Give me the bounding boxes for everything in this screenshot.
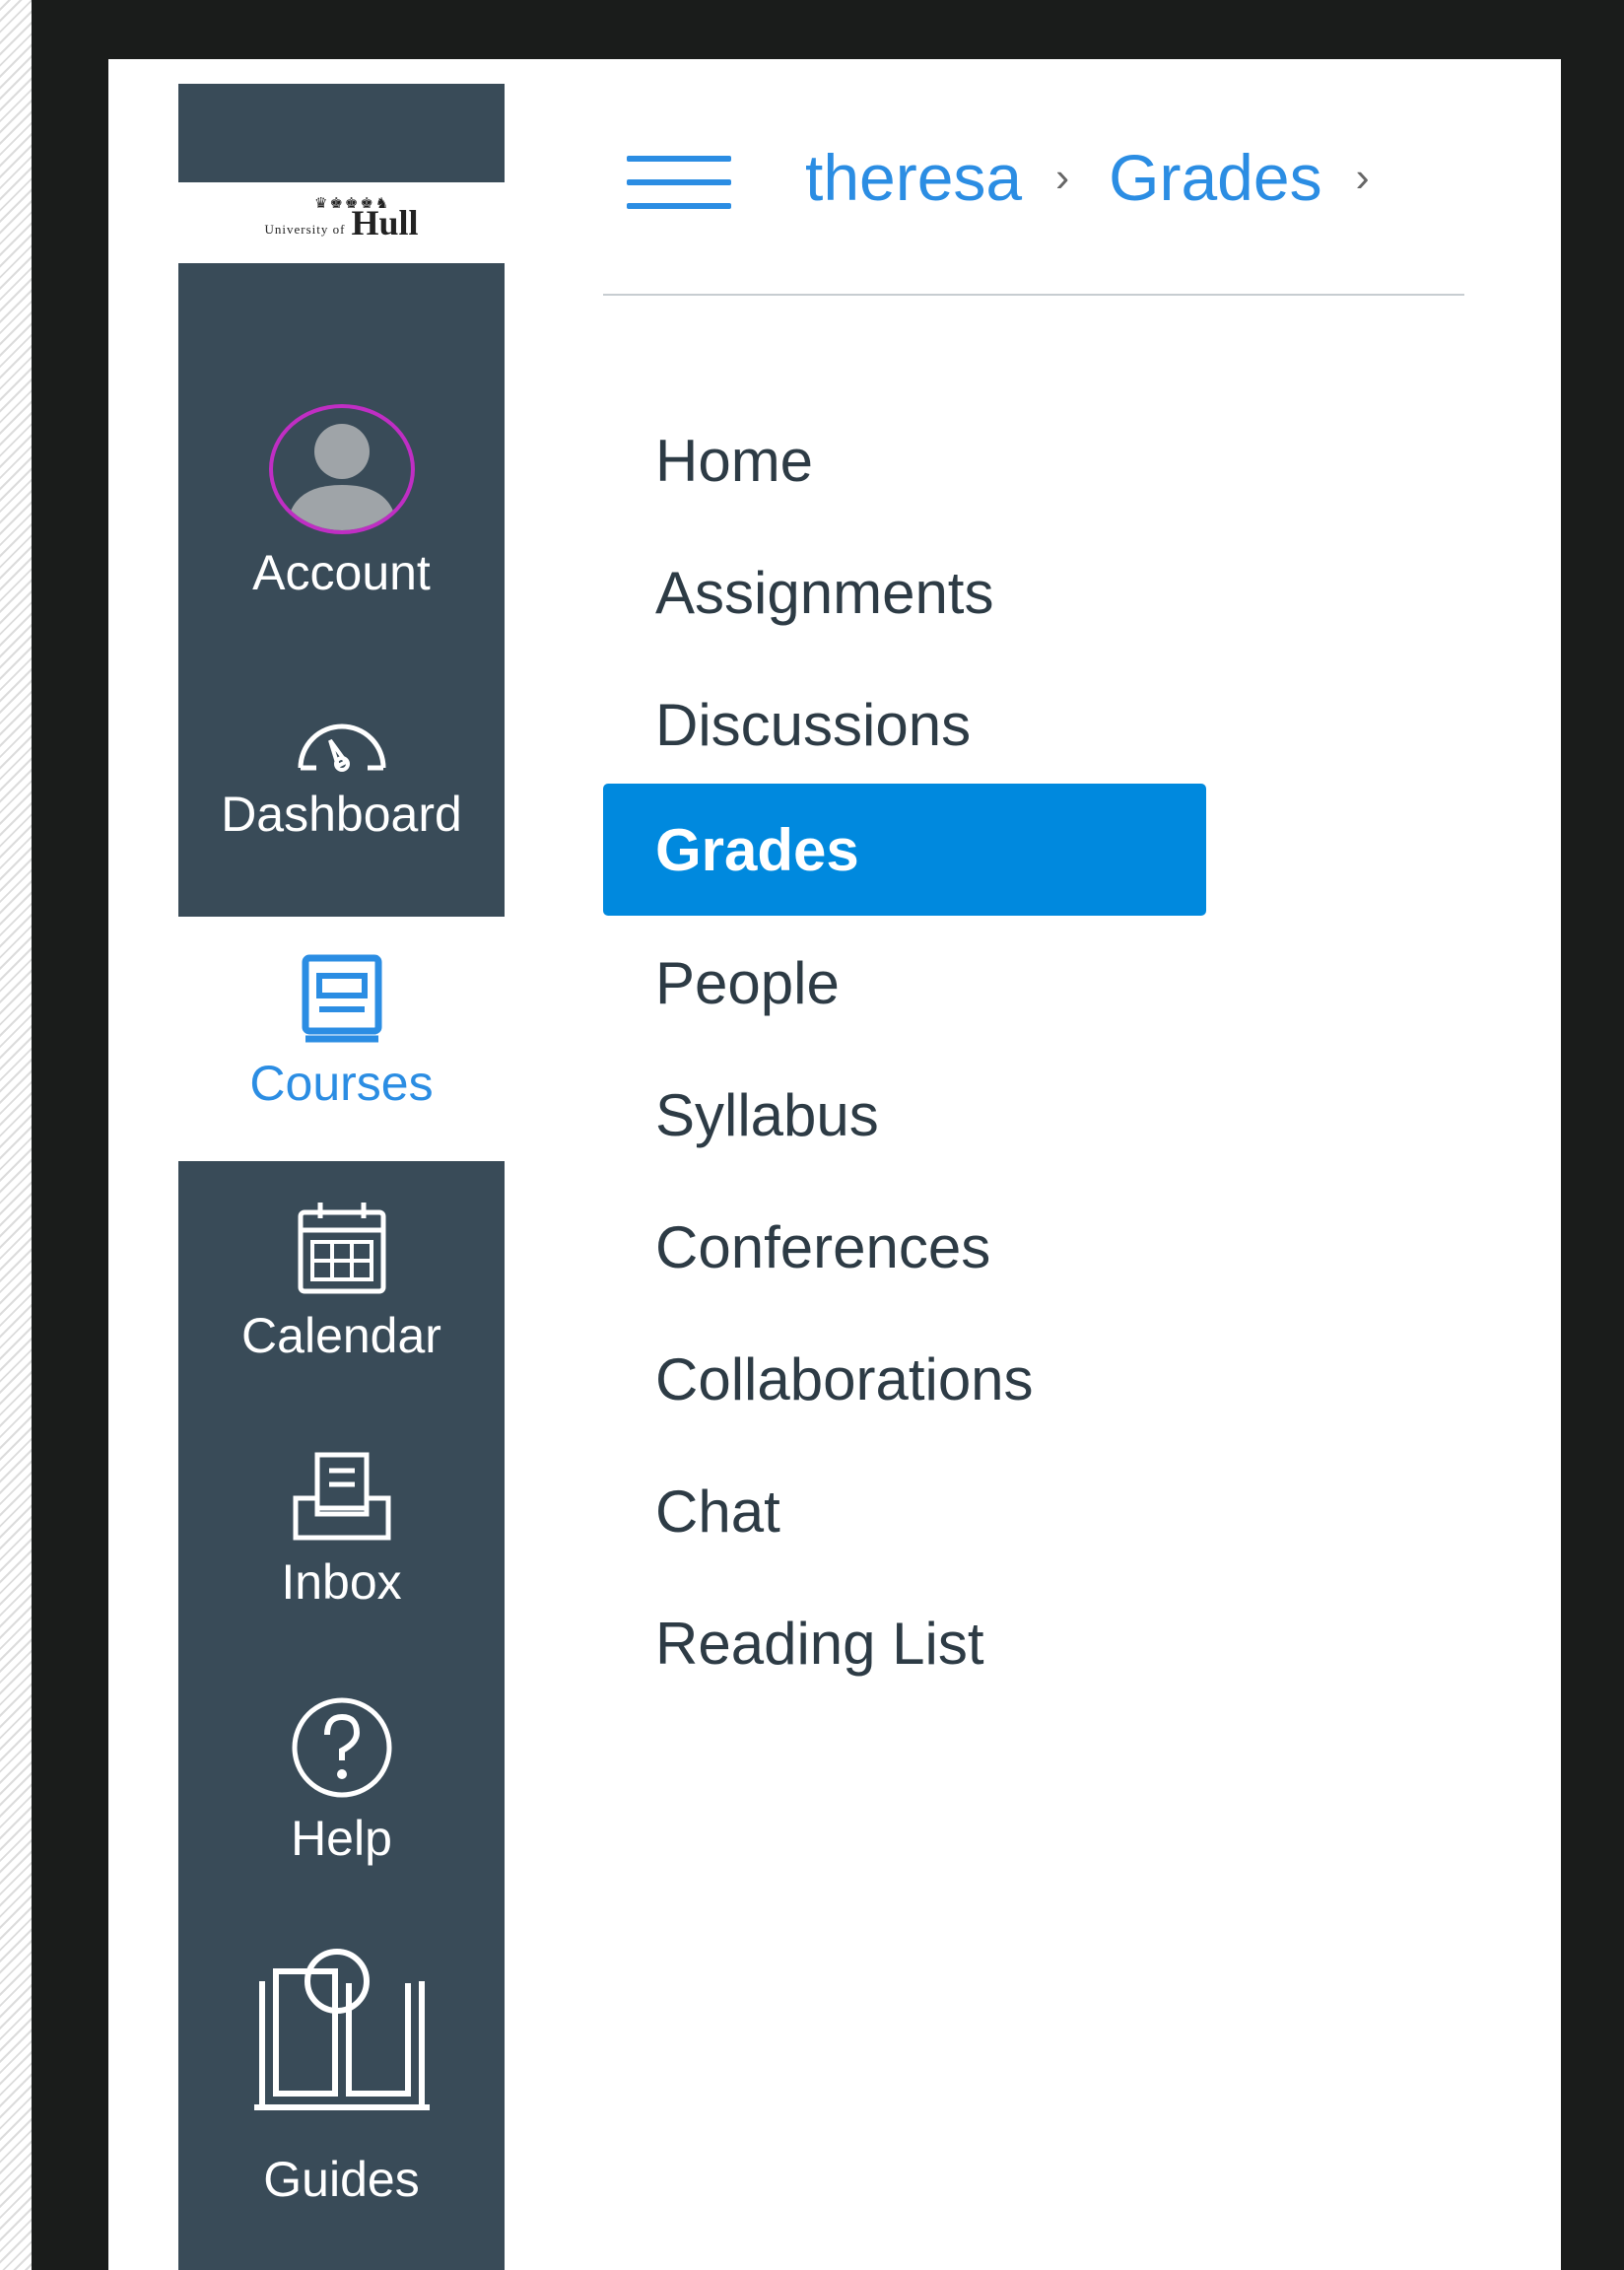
course-nav-discussions[interactable]: Discussions bbox=[603, 658, 1206, 791]
help-question-icon bbox=[292, 1697, 391, 1798]
course-nav-conferences[interactable]: Conferences bbox=[603, 1181, 1206, 1313]
breadcrumb-grades-link[interactable]: Grades bbox=[1109, 140, 1321, 215]
breadcrumb-course-link[interactable]: theresa bbox=[805, 140, 1022, 215]
course-nav-chat[interactable]: Chat bbox=[603, 1445, 1206, 1577]
course-nav-reading-list[interactable]: Reading List bbox=[603, 1577, 1206, 1709]
global-nav-label: Calendar bbox=[241, 1308, 441, 1363]
global-nav-guides[interactable]: Guides bbox=[178, 1942, 505, 2204]
course-nav-assignments[interactable]: Assignments bbox=[603, 526, 1206, 658]
logo-top-text: University of bbox=[264, 222, 346, 237]
course-nav-home[interactable]: Home bbox=[603, 394, 1206, 526]
courses-book-icon bbox=[302, 954, 381, 1043]
dashboard-gauge-icon bbox=[298, 723, 385, 772]
course-nav-people[interactable]: People bbox=[603, 917, 1206, 1049]
global-nav-help[interactable]: Help bbox=[178, 1695, 505, 1863]
header-divider bbox=[603, 294, 1464, 296]
university-logo[interactable]: ♛♚♚♚♞ University of Hull bbox=[178, 182, 505, 263]
global-nav-courses[interactable]: Courses bbox=[178, 917, 505, 1161]
inbox-icon bbox=[293, 1452, 390, 1541]
global-nav-label: Account bbox=[252, 545, 431, 600]
course-nav-syllabus[interactable]: Syllabus bbox=[603, 1049, 1206, 1181]
hamburger-menu-icon[interactable] bbox=[627, 150, 731, 215]
course-nav-grades[interactable]: Grades bbox=[603, 784, 1206, 916]
global-nav-label: Inbox bbox=[281, 1554, 402, 1610]
breadcrumb-separator-icon: › bbox=[1055, 154, 1070, 200]
course-nav-collaborations[interactable]: Collaborations bbox=[603, 1313, 1206, 1445]
global-nav-label: Courses bbox=[249, 1056, 434, 1111]
avatar-icon bbox=[268, 404, 415, 534]
breadcrumb: theresa › Grades › bbox=[805, 136, 1409, 219]
global-nav-dashboard[interactable]: Dashboard bbox=[178, 707, 505, 839]
global-nav-label: Guides bbox=[263, 2152, 420, 2207]
breadcrumb-separator-icon: › bbox=[1355, 154, 1370, 200]
global-nav-account[interactable]: Account bbox=[178, 404, 505, 597]
page-edge-pattern bbox=[0, 0, 32, 2270]
global-nav-label: Dashboard bbox=[221, 787, 462, 842]
global-nav-calendar[interactable]: Calendar bbox=[178, 1199, 505, 1360]
global-nav-inbox[interactable]: Inbox bbox=[178, 1449, 505, 1607]
guides-book-icon bbox=[253, 1949, 430, 2110]
crest-icon: ♛♚♚♚♞ bbox=[314, 196, 391, 212]
global-nav-label: Help bbox=[291, 1811, 392, 1866]
calendar-icon bbox=[298, 1203, 385, 1294]
